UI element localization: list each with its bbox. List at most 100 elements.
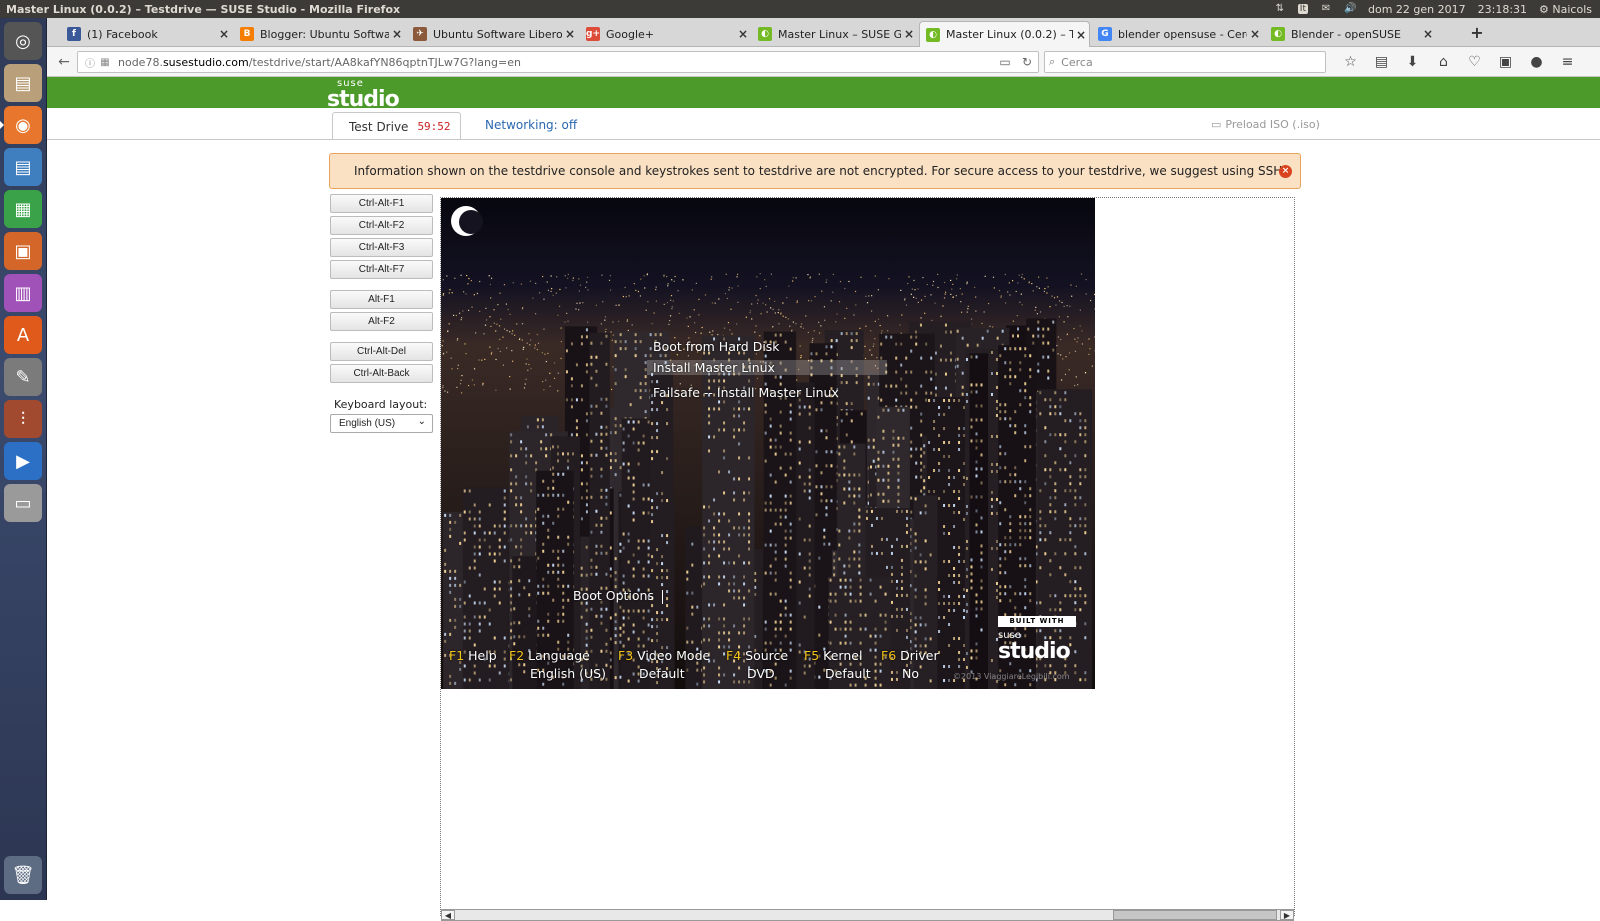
networking-link[interactable]: Networking: off <box>485 118 577 132</box>
fkey-key: F3 <box>618 648 633 663</box>
fkey-f3[interactable]: F3 Video Mode <box>618 648 710 663</box>
vm-screen[interactable]: Boot from Hard Disk Install Master Linux… <box>441 198 1095 689</box>
fkey-label: Help <box>468 648 497 663</box>
fkey-f5[interactable]: F5 Kernel <box>804 648 862 663</box>
tab-blogger[interactable]: B Blogger: Ubuntu Softwar… × <box>234 21 405 47</box>
close-icon[interactable]: × <box>1247 27 1263 41</box>
close-icon[interactable]: × <box>1279 165 1292 178</box>
close-icon[interactable]: × <box>1420 27 1436 41</box>
fkey-f6[interactable]: F6 Driver <box>881 648 939 663</box>
base-icon[interactable]: ▥ <box>4 274 42 312</box>
security-notice: Information shown on the testdrive conso… <box>329 153 1301 189</box>
ctrl-alt-f3-button[interactable]: Ctrl-Alt-F3 <box>330 238 433 257</box>
ctrl-alt-del-button[interactable]: Ctrl-Alt-Del <box>330 342 433 361</box>
tab-label: Master Linux (0.0.2) – Tes… <box>946 28 1073 41</box>
tab-google-plus[interactable]: g+ Google+ × <box>580 21 751 47</box>
built-with-label: BUILT WITH <box>998 616 1076 627</box>
fkey-f2[interactable]: F2 Language <box>509 648 590 663</box>
boot-options-field[interactable]: Boot Options <box>573 588 663 604</box>
keyboard-layout-label: Keyboard layout: <box>334 398 427 411</box>
url-prefix: node78. <box>118 56 163 69</box>
tab-facebook[interactable]: f (1) Facebook × <box>61 21 232 47</box>
close-icon[interactable]: × <box>1073 28 1089 42</box>
url-bar[interactable]: ⓘ ▦ node78.susestudio.com/testdrive/star… <box>77 51 1039 73</box>
url-text[interactable]: node78.susestudio.com/testdrive/start/AA… <box>118 56 994 69</box>
date-label[interactable]: dom 22 gen 2017 <box>1368 3 1466 16</box>
new-tab-button[interactable]: + <box>1466 21 1488 45</box>
bookmark-star-icon[interactable]: ☆ <box>1335 51 1366 73</box>
firefox-icon[interactable]: ◉ <box>4 106 42 144</box>
close-icon[interactable]: × <box>562 27 578 41</box>
fkey-f4[interactable]: F4 Source <box>726 648 788 663</box>
download-icon[interactable]: ⬇ <box>1397 51 1428 73</box>
info-icon[interactable]: ⓘ <box>82 55 98 70</box>
suse-icon: ◐ <box>758 27 772 41</box>
navigation-toolbar: ← ⓘ ▦ node78.susestudio.com/testdrive/st… <box>47 47 1600 77</box>
close-icon[interactable]: × <box>901 27 917 41</box>
sync-icon[interactable]: ▣ <box>1490 51 1521 73</box>
fkey-label: Language <box>528 648 590 663</box>
fkey-key: F4 <box>726 648 741 663</box>
keyboard-indicator[interactable]: It <box>1298 4 1308 14</box>
fkey-key: F5 <box>804 648 819 663</box>
tab-suse-gallery[interactable]: ◐ Master Linux – SUSE Gallery × <box>752 21 917 47</box>
impress-icon[interactable]: ▣ <box>4 232 42 270</box>
ctrl-alt-f1-button[interactable]: Ctrl-Alt-F1 <box>330 194 433 213</box>
suse-studio-logo[interactable]: suse studio <box>327 79 399 111</box>
ctrl-alt-f7-button[interactable]: Ctrl-Alt-F7 <box>330 260 433 279</box>
search-bar[interactable]: ⌕ Cerca <box>1044 51 1326 73</box>
browser-tab-strip: f (1) Facebook × B Blogger: Ubuntu Softw… <box>47 18 1600 47</box>
trash-icon[interactable]: 🗑 <box>4 856 42 894</box>
mixer-icon[interactable]: ⫶ <box>4 400 42 438</box>
fkey-f2-value: English (US) <box>530 666 606 681</box>
keyboard-layout-select[interactable]: English (US) ⌄ <box>330 414 433 433</box>
logo-main: studio <box>327 89 399 111</box>
preload-iso-link[interactable]: ▭ Preload ISO (.iso) <box>1211 118 1320 131</box>
close-icon[interactable]: × <box>389 27 405 41</box>
drive-icon[interactable]: ▭ <box>4 484 42 522</box>
tab-blender-search[interactable]: G blender opensuse - Cerca… × <box>1092 21 1263 47</box>
calc-icon[interactable]: ▦ <box>4 190 42 228</box>
boot-options-label: Boot Options <box>573 588 654 603</box>
ctrl-alt-f2-button[interactable]: Ctrl-Alt-F2 <box>330 216 433 235</box>
ctrl-alt-back-button[interactable]: Ctrl-Alt-Back <box>330 364 433 383</box>
alt-f1-button[interactable]: Alt-F1 <box>330 290 433 309</box>
pocket-icon[interactable]: ♡ <box>1459 51 1490 73</box>
bookmarks-list-icon[interactable]: ▤ <box>1366 51 1397 73</box>
volume-icon[interactable]: 🔊 <box>1344 3 1356 15</box>
dash-icon[interactable]: ◎ <box>4 22 42 60</box>
media-player-icon[interactable]: ▶ <box>4 442 42 480</box>
close-icon[interactable]: × <box>735 27 751 41</box>
home-icon[interactable]: ⌂ <box>1428 51 1459 73</box>
tab-ubuntu-software-libero[interactable]: ✈ Ubuntu Software Libero × <box>407 21 578 47</box>
keyboard-layout-value: English (US) <box>339 418 395 429</box>
boot-menu-item-install[interactable]: Install Master Linux <box>647 360 887 375</box>
files-icon[interactable]: ▤ <box>4 64 42 102</box>
back-button[interactable]: ← <box>53 51 75 73</box>
menu-icon[interactable]: ≡ <box>1552 51 1583 73</box>
suse-studio-header: suse studio <box>47 77 1600 108</box>
tab-blender-opensuse[interactable]: ◐ Blender - openSUSE × <box>1265 21 1436 47</box>
reload-icon[interactable]: ↻ <box>1016 55 1038 69</box>
close-icon[interactable]: × <box>216 27 232 41</box>
software-center-icon[interactable]: A <box>4 316 42 354</box>
clock-label[interactable]: 23:18:31 <box>1478 3 1527 16</box>
boot-menu-item-hard-disk[interactable]: Boot from Hard Disk <box>653 339 780 354</box>
tab-testdrive[interactable]: ◐ Master Linux (0.0.2) – Tes… × <box>919 21 1090 47</box>
fkey-f1[interactable]: F1 Help <box>449 648 497 663</box>
writer-icon[interactable]: ▤ <box>4 148 42 186</box>
mail-icon[interactable]: ✉ <box>1320 3 1332 15</box>
scroll-left-icon[interactable]: ◀ <box>441 910 455 920</box>
user-menu[interactable]: ⚙ Naicols <box>1539 3 1592 16</box>
boot-menu-item-failsafe[interactable]: Failsafe -- Install Master Linux <box>653 385 839 400</box>
page-content: suse studio Test Drive 59:52 Networking:… <box>47 77 1600 900</box>
reader-view-icon[interactable]: ▭ <box>994 55 1016 69</box>
network-icon[interactable]: ⇅ <box>1274 3 1286 15</box>
alt-f2-button[interactable]: Alt-F2 <box>330 312 433 331</box>
horizontal-scrollbar[interactable]: ◀ ▶ <box>441 909 1294 921</box>
settings-icon[interactable]: ✎ <box>4 358 42 396</box>
tab-test-drive[interactable]: Test Drive 59:52 <box>332 112 461 140</box>
scrollbar-thumb[interactable] <box>1113 910 1277 920</box>
scroll-right-icon[interactable]: ▶ <box>1280 910 1294 920</box>
privacy-icon[interactable]: ● <box>1521 51 1552 73</box>
